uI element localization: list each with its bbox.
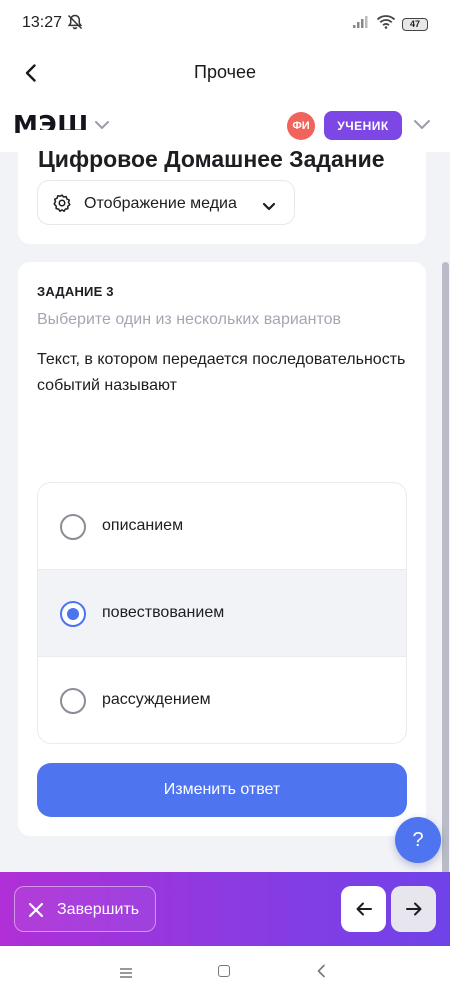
close-icon xyxy=(27,901,45,924)
role-badge[interactable]: УЧЕНИК xyxy=(324,111,402,140)
wifi-icon xyxy=(376,14,396,34)
gear-icon xyxy=(52,193,72,218)
task-hint: Выберите один из нескольких вариантов xyxy=(37,311,342,328)
media-button-label: Отображение медиа xyxy=(84,195,237,212)
task-number: ЗАДАНИЕ 3 xyxy=(37,284,114,299)
next-task-button[interactable] xyxy=(391,886,436,932)
previous-task-button[interactable] xyxy=(341,886,386,932)
menu-icon[interactable] xyxy=(119,966,133,984)
status-indicators: 47 xyxy=(352,14,428,34)
arrow-right-icon xyxy=(405,902,421,916)
page-title: Прочее xyxy=(194,62,256,82)
chevron-down-icon xyxy=(262,198,276,216)
option-label: описанием xyxy=(102,517,184,534)
radio-button[interactable] xyxy=(60,514,86,540)
chevron-down-icon[interactable] xyxy=(413,117,431,135)
option-label: повествованием xyxy=(102,604,225,621)
back-icon[interactable] xyxy=(316,964,326,983)
avatar[interactable]: ФИ xyxy=(287,112,315,140)
finish-button-label: Завершить xyxy=(57,901,140,918)
arrow-left-icon xyxy=(356,902,372,916)
task-card: ЗАДАНИЕ 3 Выберите один из нескольких ва… xyxy=(18,262,426,836)
answer-option[interactable]: рассуждением xyxy=(38,657,406,743)
answer-option[interactable]: описанием xyxy=(38,483,406,570)
task-question: Текст, в котором передается последовател… xyxy=(37,351,406,394)
status-bar: 13:27 47 xyxy=(0,0,450,46)
document-card: Цифровое Домашнее Задание Отображение ме… xyxy=(18,130,426,244)
status-time: 13:27 xyxy=(22,14,63,31)
app-header: Прочее xyxy=(0,46,450,98)
media-display-button[interactable]: Отображение медиа xyxy=(37,180,295,225)
answer-option-selected[interactable]: повествованием xyxy=(38,570,406,657)
change-answer-button[interactable]: Изменить ответ xyxy=(37,763,407,817)
bottom-action-bar: Завершить xyxy=(0,872,450,946)
signal-icon xyxy=(352,15,370,34)
muted-bell-icon xyxy=(66,13,84,36)
option-label: рассуждением xyxy=(102,691,211,708)
help-button[interactable]: ? xyxy=(395,817,441,863)
radio-button-checked[interactable] xyxy=(60,601,86,627)
finish-button[interactable]: Завершить xyxy=(14,886,156,932)
system-navigation-bar xyxy=(0,946,450,1000)
document-title: Цифровое Домашнее Задание xyxy=(38,146,385,172)
battery-indicator: 47 xyxy=(402,17,428,31)
answer-options: описанием повествованием рассуждением xyxy=(37,482,407,744)
scrollbar[interactable] xyxy=(442,262,449,874)
home-icon[interactable] xyxy=(218,965,230,977)
radio-button[interactable] xyxy=(60,688,86,714)
